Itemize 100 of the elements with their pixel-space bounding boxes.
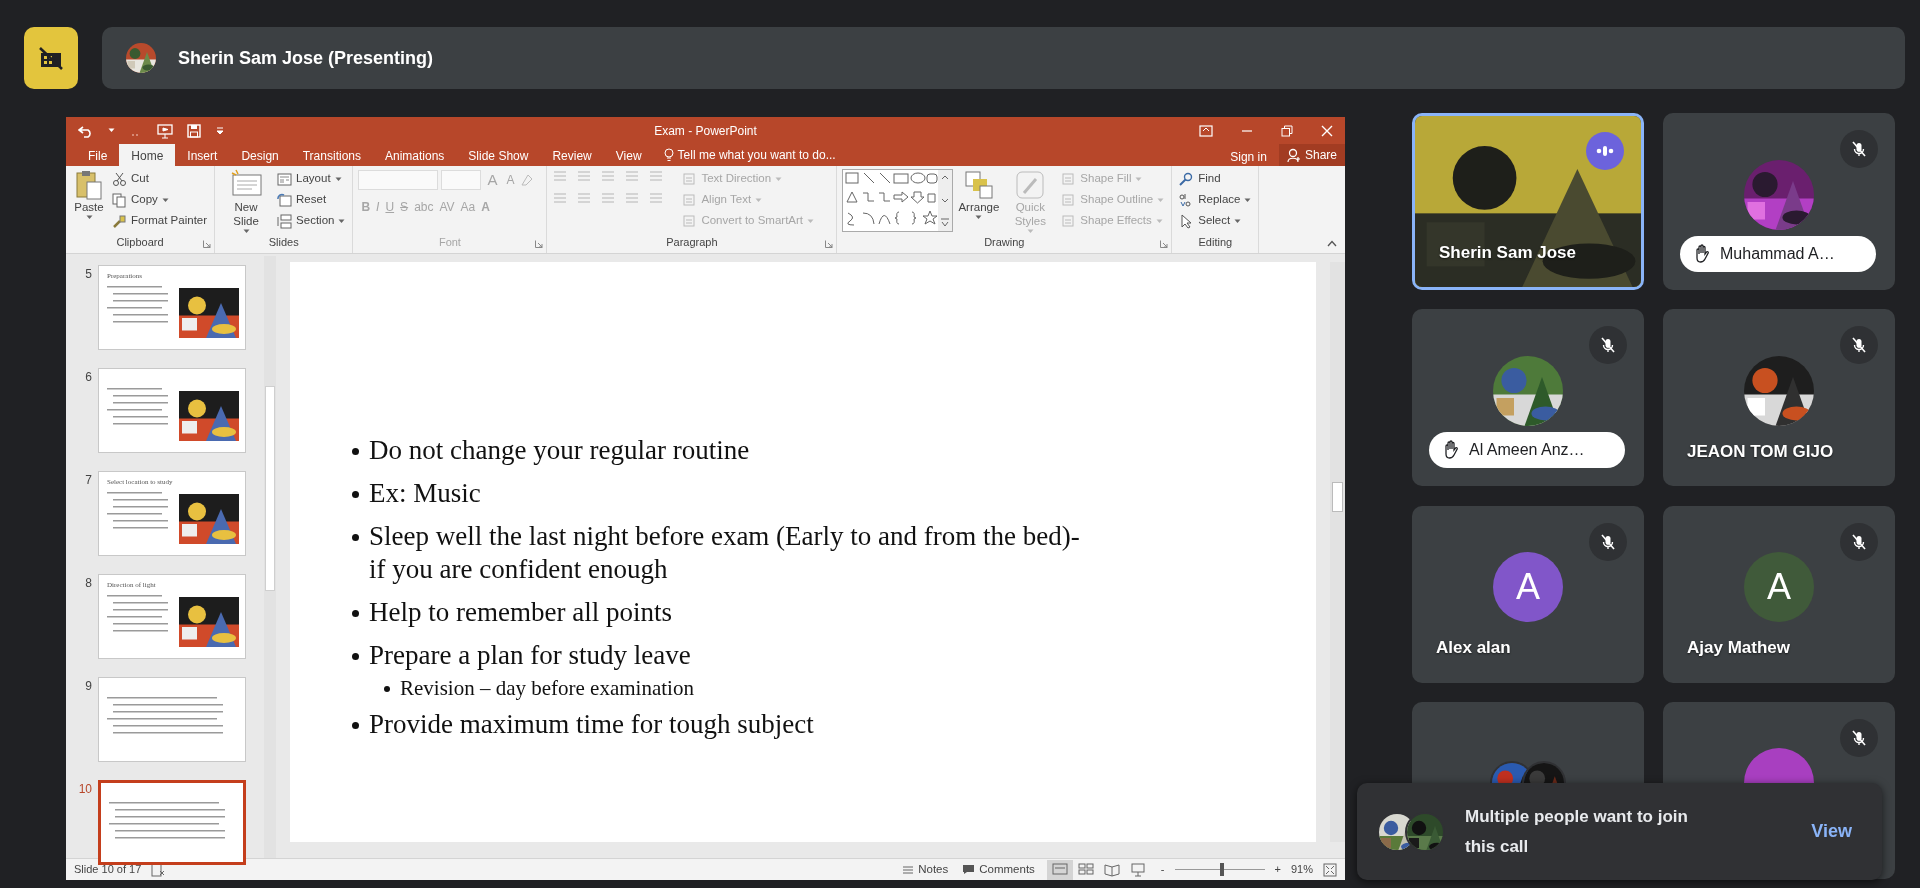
participant-name: Sherin Sam Jose <box>1439 241 1576 264</box>
collapse-ribbon-icon[interactable] <box>1327 240 1337 247</box>
ribbon-button[interactable]: Arrange <box>956 169 1002 234</box>
slide-thumbnail[interactable] <box>98 677 246 762</box>
ribbon-tab[interactable]: Insert <box>175 144 230 166</box>
ribbon-button[interactable]: Section <box>275 211 348 231</box>
group-label: Font <box>438 234 461 250</box>
avatar: A <box>1493 552 1563 622</box>
save-icon[interactable] <box>187 123 201 138</box>
dialog-launcher-icon[interactable] <box>825 240 834 248</box>
search-prompt[interactable]: Tell me what you want to do... <box>677 146 836 164</box>
ribbon-tab[interactable]: Home <box>119 144 176 166</box>
notes-button[interactable]: Notes <box>900 859 951 880</box>
bullet-text: Do not change your regular routine <box>369 434 750 467</box>
clear-format-icon[interactable] <box>520 173 535 188</box>
comments-button[interactable]: Comments <box>960 859 1037 880</box>
reset-icon <box>277 192 293 208</box>
dialog-launcher-icon[interactable] <box>1160 240 1169 248</box>
scrollbar[interactable] <box>1330 262 1345 842</box>
presentation-icon[interactable] <box>157 122 173 139</box>
slide-thumbnail[interactable] <box>98 368 246 453</box>
scrollbar[interactable] <box>264 256 276 858</box>
bullet-text: Provide maximum time for tough subject <box>369 708 814 741</box>
ribbon-tab[interactable]: Slide Show <box>456 144 541 166</box>
ribbon-button[interactable]: Format Painter <box>110 211 210 231</box>
raised-hand-icon <box>1443 440 1459 461</box>
text-lines-drawing <box>107 388 168 425</box>
ribbon-tab[interactable]: Review <box>540 144 604 166</box>
ribbon-button[interactable]: Replace <box>1177 190 1254 210</box>
ribbon-tab[interactable]: File <box>76 144 120 166</box>
restore-icon[interactable] <box>1281 124 1293 137</box>
group-label: Slides <box>268 234 299 250</box>
slide-number: 9 <box>84 678 92 695</box>
ribbon-button[interactable]: Paste <box>71 169 107 234</box>
participant-name: Muhammad A… <box>1720 244 1835 264</box>
bullet-text: Sleep well the last night before exam (Early to and from the bed)- if you are confident enough <box>369 520 1081 586</box>
ribbon-button[interactable]: Reset <box>275 190 348 210</box>
ribbon-button[interactable]: Cut <box>110 169 210 189</box>
close-icon[interactable] <box>1321 124 1333 137</box>
ribbon-button[interactable]: Layout <box>275 169 348 189</box>
zoom-level: 91% <box>1290 862 1313 878</box>
ribbon-button[interactable]: Find <box>1177 169 1254 189</box>
undo-icon[interactable] <box>78 123 94 138</box>
lightbulb-icon <box>663 148 674 162</box>
dialog-launcher-icon[interactable] <box>535 240 544 248</box>
ribbon-button[interactable]: New Slide <box>220 169 273 234</box>
slide-thumbnail[interactable] <box>98 780 246 865</box>
bullet-text: Revision – day before examination <box>400 676 694 700</box>
ribbon-button[interactable]: Copy <box>110 190 210 210</box>
ribbon-tab[interactable]: Transitions <box>290 144 373 166</box>
comment-icon <box>962 864 976 875</box>
bullet-text: Ex: Music <box>369 477 481 510</box>
section-icon <box>277 213 293 229</box>
participant-name: Alex alan <box>1436 637 1511 659</box>
sign-in-link[interactable]: Sign in <box>1218 144 1279 166</box>
dialog-launcher-icon[interactable] <box>203 240 212 248</box>
ribbon-tab[interactable]: Design <box>229 144 291 166</box>
ribbon-button[interactable]: Select <box>1177 211 1254 231</box>
person-icon <box>1286 148 1301 162</box>
shape-gallery[interactable] <box>842 169 954 232</box>
view-button[interactable]: View <box>1801 814 1862 849</box>
text-lines-drawing <box>107 491 168 529</box>
text-lines-drawing <box>107 594 168 632</box>
zoom-out-button[interactable]: - <box>1160 861 1165 878</box>
avatar: A <box>1744 552 1814 622</box>
format-icon <box>682 213 698 229</box>
presentation-off-button[interactable] <box>24 27 78 89</box>
slashed-grid-icon <box>38 46 64 70</box>
notification-message: Multiple people want to join this call <box>1465 805 1689 858</box>
customize-caret-icon[interactable] <box>215 125 225 136</box>
format-icon <box>682 192 698 208</box>
slide-number: 8 <box>84 575 92 592</box>
copy-icon <box>112 192 127 208</box>
share-button[interactable]: Share <box>1278 144 1345 166</box>
slide-number: 10 <box>77 781 92 798</box>
ribbon-tab[interactable]: Animations <box>373 144 457 166</box>
format-icon <box>1061 213 1077 229</box>
arrange-icon <box>962 169 995 201</box>
caret-icon <box>108 128 115 133</box>
ribbon-display-icon[interactable] <box>1199 124 1213 137</box>
proofing-icon[interactable] <box>151 862 166 877</box>
fit-to-window-icon[interactable] <box>1323 862 1337 877</box>
participant-name: Al Ameen Anz… <box>1469 440 1585 461</box>
bullet-icon <box>352 534 359 541</box>
notes-icon <box>902 864 915 875</box>
paste-icon <box>73 169 105 201</box>
magnifier-icon <box>1179 171 1195 187</box>
ribbon-tab[interactable]: View <box>603 144 654 166</box>
bullet-icon <box>352 610 359 617</box>
group-label: Clipboard <box>116 234 164 250</box>
group-label: Editing <box>1198 234 1233 250</box>
view-button[interactable] <box>1046 859 1073 880</box>
format-icon <box>682 171 698 187</box>
participant-name: JEAON TOM GIJO <box>1687 440 1834 463</box>
format-icon <box>1061 171 1077 187</box>
scissors-icon <box>112 171 127 187</box>
zoom-in-button[interactable]: + <box>1274 861 1281 878</box>
window-title: Exam - PowerPoint <box>654 122 757 140</box>
slide-number: 7 <box>84 472 92 489</box>
bullet-icon <box>352 653 359 660</box>
